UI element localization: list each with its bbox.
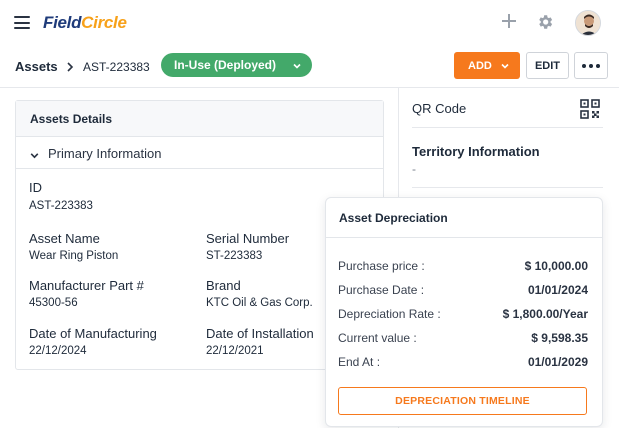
page-header: Assets AST-223383 In-Use (Deployed) ADD … xyxy=(0,46,619,88)
depreciation-row-current-value: Current value : $ 9,598.35 xyxy=(338,331,588,347)
date-of-manufacturing-label: Date of Manufacturing xyxy=(29,326,157,341)
row-label: End At : xyxy=(338,355,381,369)
serial-number-value: ST-223383 xyxy=(206,250,263,262)
gear-icon[interactable] xyxy=(536,13,554,31)
divider xyxy=(412,127,603,128)
top-bar: FieldCircle xyxy=(0,0,619,46)
chevron-down-icon xyxy=(29,148,40,159)
date-of-installation-value: 22/12/2021 xyxy=(206,345,264,357)
breadcrumb-assets[interactable]: Assets xyxy=(15,59,58,74)
plus-icon[interactable] xyxy=(500,12,518,30)
row-label: Current value : xyxy=(338,331,417,345)
menu-icon[interactable] xyxy=(14,16,30,29)
id-value: AST-223383 xyxy=(29,200,93,212)
logo-main: Field xyxy=(43,13,82,32)
depreciation-row-rate: Depreciation Rate : $ 1,800.00/Year xyxy=(338,307,588,323)
brand-value: KTC Oil & Gas Corp. xyxy=(206,297,313,309)
more-icon[interactable] xyxy=(574,52,608,79)
depreciation-row-end-at: End At : 01/01/2029 xyxy=(338,355,588,371)
logo-accent: Circle xyxy=(81,13,127,32)
depreciation-timeline-button[interactable]: DEPRECIATION TIMELINE xyxy=(338,387,587,415)
territory-label: Territory Information xyxy=(412,144,540,159)
chevron-down-icon xyxy=(500,61,510,71)
depreciation-title: Asset Depreciation xyxy=(326,198,602,238)
status-dropdown[interactable]: In-Use (Deployed) xyxy=(161,53,312,77)
asset-depreciation-card: Asset Depreciation Purchase price : $ 10… xyxy=(325,197,603,427)
row-label: Depreciation Rate : xyxy=(338,307,441,321)
avatar[interactable] xyxy=(575,10,601,36)
divider xyxy=(412,187,603,188)
depreciation-row-purchase-price: Purchase price : $ 10,000.00 xyxy=(338,259,588,275)
row-label: Purchase Date : xyxy=(338,283,425,297)
add-button-label: ADD xyxy=(468,59,492,72)
row-value: $ 10,000.00 xyxy=(524,259,588,273)
section-title: Primary Information xyxy=(48,146,162,161)
manufacturer-part-label: Manufacturer Part # xyxy=(29,278,144,293)
edit-button[interactable]: EDIT xyxy=(526,52,569,79)
serial-number-label: Serial Number xyxy=(206,231,290,246)
qr-code-label: QR Code xyxy=(412,101,467,116)
breadcrumb-current: AST-223383 xyxy=(83,60,150,74)
status-label: In-Use (Deployed) xyxy=(174,58,277,72)
brand-label: Brand xyxy=(206,278,241,293)
row-value: 01/01/2029 xyxy=(527,355,588,369)
row-value: 01/01/2024 xyxy=(527,283,588,297)
row-value: $ 1,800.00/Year xyxy=(502,307,588,321)
territory-value: - xyxy=(412,162,416,176)
app-logo[interactable]: FieldCircle xyxy=(43,13,127,33)
row-value: $ 9,598.35 xyxy=(531,331,588,345)
add-button[interactable]: ADD xyxy=(454,52,520,79)
details-title: Assets Details xyxy=(16,101,383,137)
primary-information-toggle[interactable]: Primary Information xyxy=(16,137,383,169)
chevron-right-icon xyxy=(64,60,76,72)
date-of-manufacturing-value: 22/12/2024 xyxy=(29,345,87,357)
date-of-installation-label: Date of Installation xyxy=(206,326,314,341)
qr-code-icon[interactable] xyxy=(580,99,600,119)
asset-name-label: Asset Name xyxy=(29,231,100,246)
row-label: Purchase price : xyxy=(338,259,425,273)
depreciation-row-purchase-date: Purchase Date : 01/01/2024 xyxy=(338,283,588,299)
id-label: ID xyxy=(29,180,42,195)
asset-name-value: Wear Ring Piston xyxy=(29,250,119,262)
manufacturer-part-value: 45300-56 xyxy=(29,297,78,309)
chevron-down-icon xyxy=(292,60,302,70)
